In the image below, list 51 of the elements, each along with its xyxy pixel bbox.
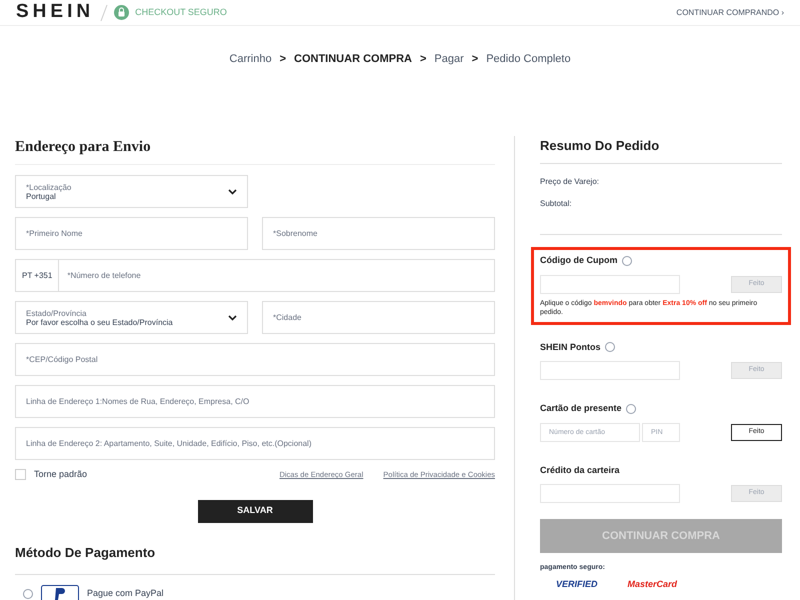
select-field[interactable]: *Localização Portugal bbox=[15, 175, 248, 208]
input-field[interactable]: *Sobrenome bbox=[262, 217, 495, 250]
input-field[interactable]: *CEP/Código Postal bbox=[15, 343, 495, 376]
logo[interactable]: SHEIN bbox=[16, 0, 94, 27]
breadcrumb-step: Pagar bbox=[434, 51, 464, 68]
section-title: Endereço para Envio bbox=[15, 136, 495, 165]
input-field[interactable]: Linha de Endereço 2: Apartamento, Suite, Unidade, Edifício, Piso, etc.(Opcional) bbox=[15, 427, 495, 460]
phone-input[interactable]: *Número de telefone bbox=[59, 270, 494, 282]
input-field[interactable] bbox=[540, 484, 680, 503]
checkbox[interactable] bbox=[15, 469, 26, 480]
field-value: Por favor escolha o seu Estado/Província bbox=[26, 318, 173, 326]
lock-icon bbox=[114, 5, 130, 20]
section-title: Método De Pagamento bbox=[15, 542, 495, 575]
country-code[interactable]: PT +351 bbox=[16, 260, 60, 291]
phone-field[interactable]: PT +351 *Número de telefone bbox=[15, 259, 495, 292]
save-button[interactable]: SALVAR bbox=[198, 500, 312, 522]
help-icon[interactable] bbox=[626, 404, 636, 414]
section-label: Código de Cupom bbox=[540, 254, 618, 267]
breadcrumb-step: Pedido Completo bbox=[486, 51, 571, 68]
input-field[interactable]: Linha de Endereço 1:Nomes de Rua, Endereço, Empresa, C/O bbox=[15, 385, 495, 418]
summary-label: Preço de Varejo: bbox=[540, 176, 600, 188]
breadcrumb-step: Carrinho bbox=[229, 51, 272, 68]
breadcrumb-separator: > bbox=[472, 52, 478, 67]
summary-label: Subtotal: bbox=[540, 198, 573, 210]
continue-shopping-link[interactable]: CONTINUAR COMPRANDO › bbox=[676, 6, 784, 18]
slash-icon bbox=[100, 4, 108, 22]
mastercard-logo: MasterCard bbox=[628, 578, 678, 590]
section-title: Resumo Do Pedido bbox=[540, 136, 782, 164]
secure-checkout-label: CHECKOUT SEGURO bbox=[135, 6, 227, 19]
section-label: Cartão de presente bbox=[540, 402, 622, 415]
input-field[interactable]: *Cidade bbox=[262, 301, 495, 334]
section-label: SHEIN Pontos bbox=[540, 340, 601, 354]
radio-button[interactable] bbox=[23, 589, 33, 599]
chevron-down-icon bbox=[228, 188, 237, 194]
breadcrumb-step: CONTINUAR COMPRA bbox=[294, 51, 412, 68]
chevron-down-icon bbox=[228, 314, 237, 320]
field-label: Estado/Província bbox=[26, 308, 88, 318]
breadcrumb-separator: > bbox=[280, 52, 286, 67]
verified-logo: VERIFIED bbox=[556, 578, 598, 590]
input-field[interactable]: *Primeiro Nome bbox=[15, 217, 248, 250]
field-label: *Localização bbox=[26, 182, 72, 192]
field-value: Portugal bbox=[26, 192, 56, 200]
payment-option-label: Pague com PayPal bbox=[87, 587, 164, 600]
select-field[interactable]: Estado/Província Por favor escolha o seu Estado/Província bbox=[15, 301, 248, 334]
input-field[interactable] bbox=[540, 274, 680, 294]
input-field[interactable] bbox=[540, 361, 680, 380]
help-icon[interactable] bbox=[604, 342, 615, 352]
section-label: Crédito da carteira bbox=[540, 464, 620, 476]
checkbox-label: Torne padrão bbox=[34, 468, 88, 481]
breadcrumb-separator: > bbox=[420, 52, 426, 67]
help-icon[interactable] bbox=[622, 256, 632, 266]
